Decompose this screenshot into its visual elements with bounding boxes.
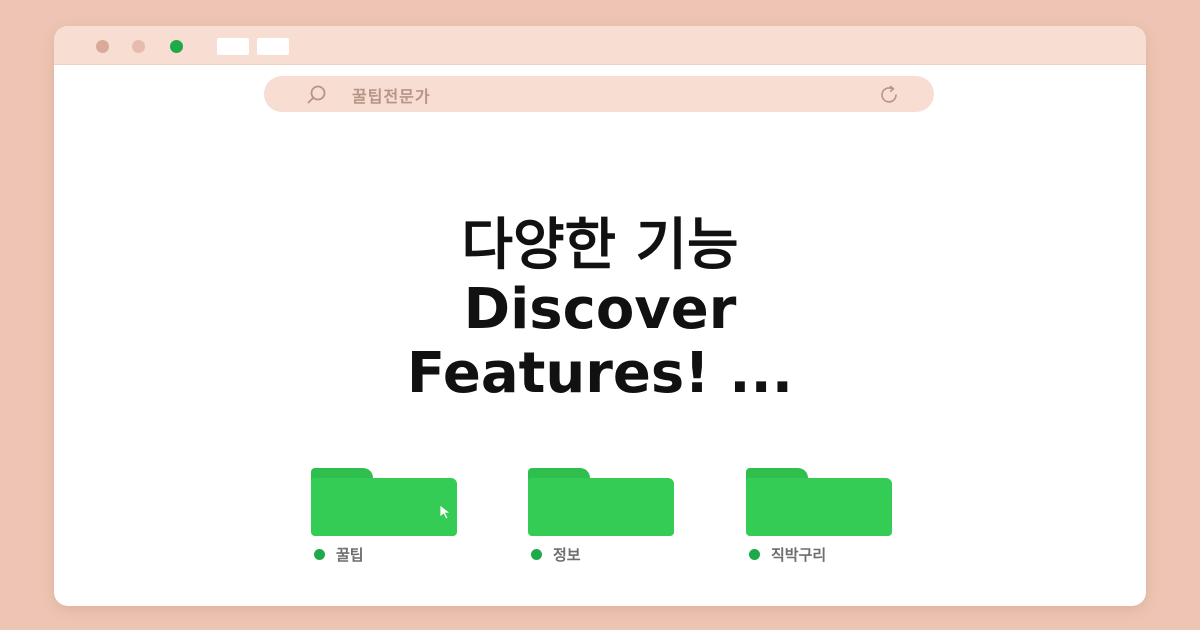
folder-icon[interactable] xyxy=(746,468,892,536)
folder-label-text: 정보 xyxy=(553,546,581,564)
browser-window: 꿀팁전문가 다양한 기능 Discover Features! ... 꿀팁 정… xyxy=(54,26,1146,606)
folder-label-text: 직박구리 xyxy=(771,546,827,564)
close-dot[interactable] xyxy=(96,40,109,53)
reload-icon[interactable] xyxy=(878,84,900,106)
search-text[interactable]: 꿀팁전문가 xyxy=(352,83,431,107)
cursor-icon xyxy=(439,504,452,520)
window-tab-button[interactable] xyxy=(257,38,289,55)
folder-body xyxy=(528,478,674,536)
status-dot xyxy=(749,549,760,560)
window-tab-button[interactable] xyxy=(217,38,249,55)
folder-body xyxy=(311,478,457,536)
folder-icon[interactable] xyxy=(311,468,457,536)
folder-label[interactable]: 직박구리 xyxy=(749,544,826,564)
headline-line-1: 다양한 기능 xyxy=(461,213,739,278)
folder-label[interactable]: 정보 xyxy=(531,544,581,564)
headline: 다양한 기능 Discover Features! ... xyxy=(54,214,1146,406)
title-bar xyxy=(54,26,1146,65)
folder-icon[interactable] xyxy=(528,468,674,536)
status-dot xyxy=(314,549,325,560)
headline-line-3: Features! ... xyxy=(406,341,794,406)
maximize-dot[interactable] xyxy=(170,40,183,53)
folder-body xyxy=(746,478,892,536)
search-bar[interactable]: 꿀팁전문가 xyxy=(264,76,934,112)
folder-label-text: 꿀팁 xyxy=(336,546,364,564)
minimize-dot[interactable] xyxy=(132,40,145,53)
headline-line-2: Discover xyxy=(463,277,737,342)
status-dot xyxy=(531,549,542,560)
search-icon xyxy=(307,85,326,104)
folder-label[interactable]: 꿀팁 xyxy=(314,544,364,564)
